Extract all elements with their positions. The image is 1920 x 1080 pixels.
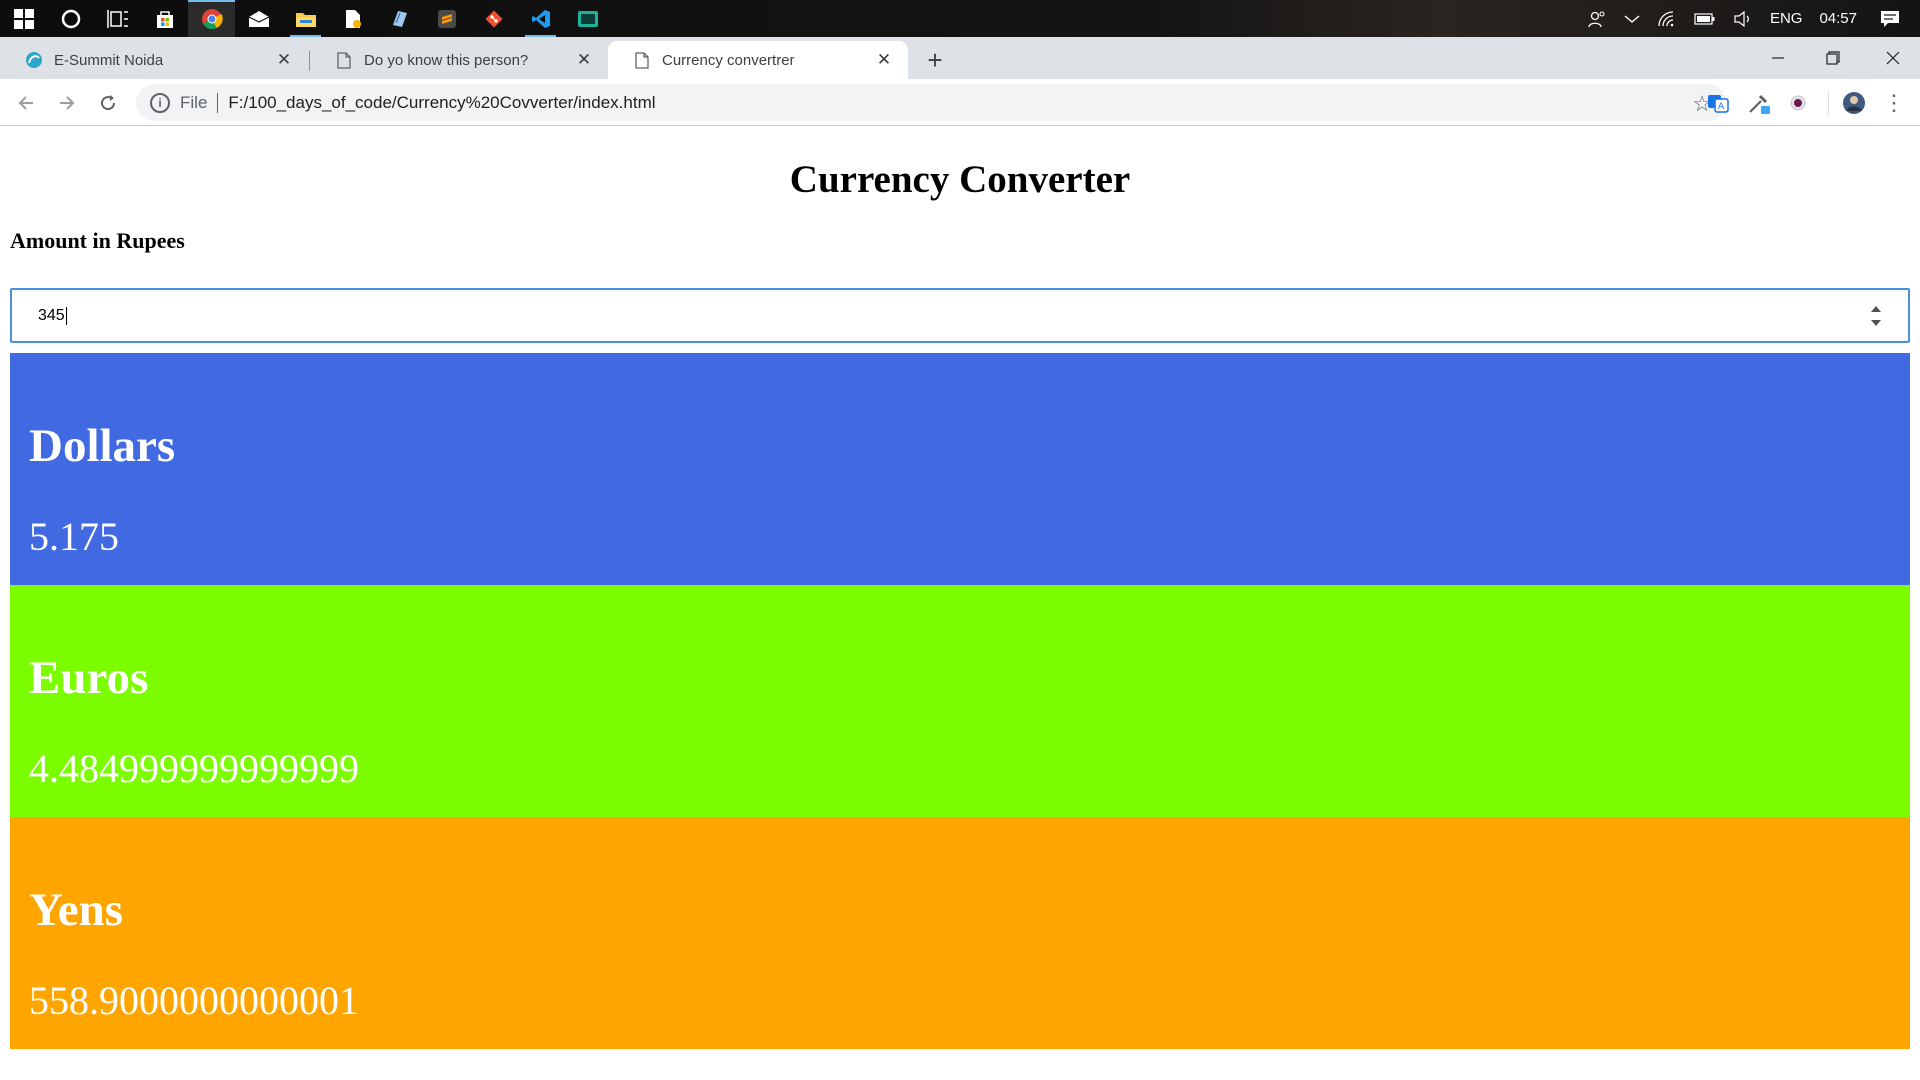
- text-cursor: [65, 306, 67, 325]
- file-explorer-icon[interactable]: [282, 0, 329, 37]
- restore-button[interactable]: [1805, 37, 1860, 79]
- tab-esummit-noida[interactable]: E-Summit Noida ✕: [0, 41, 308, 79]
- chrome-icon[interactable]: [188, 0, 235, 37]
- forward-icon[interactable]: [51, 87, 83, 119]
- page-icon: [334, 50, 354, 70]
- store-icon[interactable]: [141, 0, 188, 37]
- tab-title: Do yo know this person?: [364, 51, 529, 69]
- chevron-up-icon[interactable]: [1615, 14, 1649, 24]
- currency-name: Yens: [29, 884, 124, 936]
- page-title: Currency Converter: [789, 158, 1131, 201]
- language-indicator[interactable]: ENG: [1761, 10, 1812, 27]
- page-icon: [632, 50, 652, 70]
- page-content: Currency Converter Amount in Rupees 345 …: [0, 127, 1920, 1080]
- euros-panel: Euros 4.484999999999999: [10, 585, 1910, 817]
- notes-icon[interactable]: [376, 0, 423, 37]
- info-icon[interactable]: i: [150, 92, 170, 113]
- tab-currency-converter[interactable]: Currency convertrer ✕: [608, 41, 908, 79]
- mail-icon[interactable]: [235, 0, 282, 37]
- svg-text:A: A: [1718, 102, 1725, 112]
- volume-icon[interactable]: [1725, 10, 1761, 27]
- sublime-text-icon[interactable]: [423, 0, 470, 37]
- wifi-icon[interactable]: [1649, 10, 1685, 27]
- cortana-search-icon[interactable]: [47, 0, 94, 37]
- url-text[interactable]: F:/100_days_of_code/Currency%20Covverter…: [228, 93, 655, 113]
- vscode-icon[interactable]: [517, 0, 564, 37]
- clock[interactable]: 04:57: [1811, 10, 1871, 27]
- dollars-panel: Dollars 5.175: [10, 353, 1910, 585]
- browser-toolbar: i File F:/100_days_of_code/Currency%20Co…: [0, 79, 1920, 126]
- yens-panel: Yens 558.9000000000001: [10, 817, 1910, 1049]
- amount-input[interactable]: 345: [10, 288, 1910, 343]
- close-tab-icon[interactable]: ✕: [574, 50, 594, 70]
- action-center-icon[interactable]: [1871, 10, 1920, 28]
- spinner-down-icon[interactable]: [1871, 320, 1881, 326]
- toolbar-divider: [1828, 91, 1829, 115]
- currency-value: 558.9000000000001: [29, 978, 359, 1023]
- reload-icon[interactable]: [92, 87, 124, 119]
- git-icon[interactable]: [470, 0, 517, 37]
- color-picker-extension-icon[interactable]: [1747, 91, 1771, 115]
- amount-label: Amount in Rupees: [10, 228, 185, 253]
- minimize-button[interactable]: [1750, 37, 1805, 79]
- terminal-icon[interactable]: [564, 0, 611, 37]
- profile-avatar[interactable]: [1842, 91, 1866, 115]
- close-tab-icon[interactable]: ✕: [874, 50, 894, 70]
- new-tab-button[interactable]: +: [920, 41, 950, 79]
- currency-name: Euros: [29, 652, 149, 704]
- address-bar[interactable]: i File F:/100_days_of_code/Currency%20Co…: [136, 84, 1726, 121]
- battery-icon[interactable]: [1685, 12, 1725, 25]
- amount-value: 345: [38, 306, 65, 324]
- system-tray: ENG 04:57: [1579, 0, 1920, 37]
- tab-title: E-Summit Noida: [54, 51, 164, 69]
- windows-taskbar: ENG 04:57: [0, 0, 1920, 37]
- esummit-favicon-icon: [24, 50, 44, 70]
- windows-start-icon[interactable]: [0, 0, 47, 37]
- url-divider: [217, 92, 219, 113]
- browser-tab-strip: E-Summit Noida ✕ Do yo know this person?…: [0, 37, 1920, 79]
- document-editor-icon[interactable]: [329, 0, 376, 37]
- currency-value: 4.484999999999999: [29, 746, 359, 791]
- close-tab-icon[interactable]: ✕: [274, 50, 294, 70]
- currency-value: 5.175: [29, 514, 119, 559]
- task-view-icon[interactable]: [94, 0, 141, 37]
- record-extension-icon[interactable]: [1786, 91, 1810, 115]
- tab-title: Currency convertrer: [662, 51, 795, 69]
- currency-name: Dollars: [29, 420, 176, 472]
- chrome-menu-icon[interactable]: ⋮: [1882, 90, 1906, 115]
- tab-do-you-know-this-person[interactable]: Do yo know this person? ✕: [310, 41, 608, 79]
- close-window-button[interactable]: [1865, 37, 1920, 79]
- translate-extension-icon[interactable]: A: [1706, 91, 1730, 115]
- people-icon[interactable]: [1579, 10, 1615, 28]
- url-scheme: File: [180, 92, 208, 112]
- number-spinner[interactable]: [1870, 306, 1882, 326]
- spinner-up-icon[interactable]: [1871, 306, 1881, 312]
- back-icon[interactable]: [10, 87, 42, 119]
